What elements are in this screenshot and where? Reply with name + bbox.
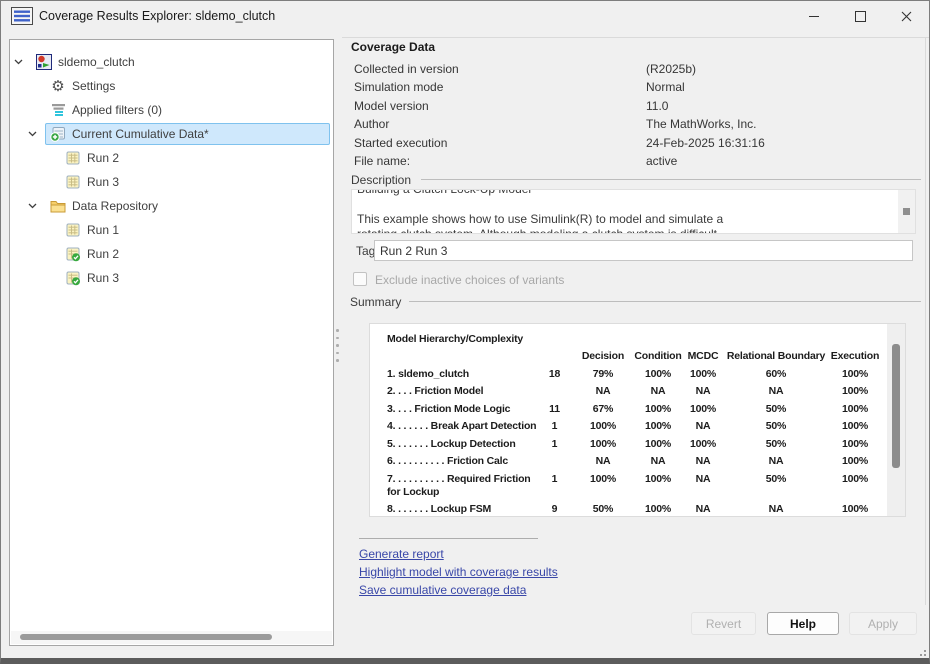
tree-item-label: Run 3 <box>87 175 119 189</box>
table-header-row: Decision Condition MCDC Relational Bound… <box>387 350 905 363</box>
col-header-execution: Execution <box>828 350 882 363</box>
chevron-down-icon[interactable] <box>28 131 45 137</box>
field-started-execution: Started execution 24-Feb-2025 16:31:16 <box>351 136 911 151</box>
tree-item-run-2[interactable]: Run 2 <box>10 146 333 170</box>
panel-divider <box>925 37 926 605</box>
tree-item-label: Applied filters (0) <box>72 103 162 117</box>
maximize-icon <box>855 11 866 22</box>
results-tree-panel: sldemo_clutch ⚙ Settings <box>9 39 334 646</box>
description-line: rotating clutch system. Although modelin… <box>357 227 915 234</box>
tree-item-applied-filters[interactable]: Applied filters (0) <box>10 98 333 122</box>
summary-group-label: Summary <box>350 295 401 309</box>
table-row: 4. . . . . . . Break Apart Detection 1 1… <box>387 420 905 433</box>
description-textarea[interactable]: Building a Clutch Lock-Up Model This exa… <box>351 189 916 234</box>
app-icon <box>11 7 33 25</box>
description-line <box>357 197 915 212</box>
chevron-down-icon[interactable] <box>14 59 31 65</box>
table-row: 3. . . . Friction Mode Logic 11 67% 100%… <box>387 403 905 416</box>
run-icon <box>65 174 81 190</box>
minimize-button[interactable] <box>791 1 837 31</box>
run-icon <box>65 222 81 238</box>
description-line: This example shows how to use Simulink(R… <box>357 212 915 227</box>
run-icon <box>65 150 81 166</box>
table-row: 5. . . . . . . Lockup Detection 1 100% 1… <box>387 438 905 451</box>
tree-item-label: Run 3 <box>87 271 119 285</box>
filter-icon <box>50 102 66 118</box>
tree-horizontal-scrollbar[interactable] <box>11 631 332 644</box>
group-divider <box>409 301 921 302</box>
tree-item-sldemo-clutch[interactable]: sldemo_clutch <box>10 50 333 74</box>
close-icon <box>901 11 912 22</box>
tree-item-settings[interactable]: ⚙ Settings <box>10 74 333 98</box>
scrollbar-thumb[interactable] <box>903 208 910 215</box>
summary-table: Model Hierarchy/Complexity Decision Cond… <box>369 323 906 517</box>
table-row: 8. . . . . . . Lockup FSM 9 50% 100% NA … <box>387 503 905 516</box>
description-scrollbar[interactable] <box>898 190 915 233</box>
tree-item-run-2-checked[interactable]: Run 2 <box>10 242 333 266</box>
field-model-version: Model version 11.0 <box>351 99 911 114</box>
field-file-name: File name: active <box>351 154 911 169</box>
table-title: Model Hierarchy/Complexity <box>387 333 905 345</box>
apply-button[interactable]: Apply <box>849 612 917 635</box>
col-header-condition: Condition <box>634 350 682 363</box>
field-simulation-mode: Simulation mode Normal <box>351 80 911 95</box>
panel-divider <box>342 37 930 38</box>
run-checked-icon <box>65 246 81 262</box>
save-cumulative-data-link[interactable]: Save cumulative coverage data <box>359 583 526 597</box>
scrollbar-thumb[interactable] <box>20 634 272 640</box>
coverage-results-explorer-window: Coverage Results Explorer: sldemo_clutch <box>0 0 930 664</box>
tree-item-run-3[interactable]: Run 3 <box>10 170 333 194</box>
coverage-data-heading: Coverage Data <box>351 40 435 54</box>
tree-item-label: Run 2 <box>87 151 119 165</box>
minimize-icon <box>809 16 819 17</box>
field-author: Author The MathWorks, Inc. <box>351 117 911 132</box>
tree-item-run-1[interactable]: Run 1 <box>10 218 333 242</box>
gear-icon: ⚙ <box>50 78 66 94</box>
tree-item-label: Current Cumulative Data* <box>72 127 209 141</box>
run-checked-icon <box>65 270 81 286</box>
col-header-decision: Decision <box>572 350 634 363</box>
col-header-relational-boundary: Relational Boundary <box>724 350 828 363</box>
scrollbar-thumb[interactable] <box>892 344 900 468</box>
folder-icon <box>50 198 66 214</box>
table-row: 7. . . . . . . . . . Required Friction f… <box>387 473 905 499</box>
field-collected-in-version: Collected in version (R2025b) <box>351 62 911 77</box>
generate-report-link[interactable]: Generate report <box>359 547 444 561</box>
tree-item-label: Run 1 <box>87 223 119 237</box>
revert-button[interactable]: Revert <box>691 612 756 635</box>
exclude-variants-checkbox[interactable] <box>353 272 367 286</box>
table-row: 2. . . . Friction Model NA NA NA NA 100% <box>387 385 905 398</box>
tree-item-current-cumulative-data[interactable]: Current Cumulative Data* <box>10 122 333 146</box>
tree-item-label: Data Repository <box>72 199 158 213</box>
description-group-label: Description <box>351 173 411 187</box>
links-divider <box>359 538 538 539</box>
table-vertical-scrollbar[interactable] <box>887 324 905 516</box>
table-row: 6. . . . . . . . . . Friction Calc NA NA… <box>387 455 905 468</box>
cumulative-data-icon <box>50 126 66 142</box>
close-button[interactable] <box>883 1 929 31</box>
simulink-model-icon <box>36 54 52 70</box>
tree-item-label: Run 2 <box>87 247 119 261</box>
splitter-handle[interactable] <box>336 329 339 362</box>
group-divider <box>421 179 921 180</box>
help-button[interactable]: Help <box>767 612 839 635</box>
col-header-mcdc: MCDC <box>682 350 724 363</box>
tree-item-run-3-checked[interactable]: Run 3 <box>10 266 333 290</box>
tag-input[interactable] <box>374 240 913 261</box>
tree-item-label: sldemo_clutch <box>58 55 135 69</box>
chevron-down-icon[interactable] <box>28 203 45 209</box>
highlight-model-link[interactable]: Highlight model with coverage results <box>359 565 558 579</box>
table-row: 1. sldemo_clutch 18 79% 100% 100% 60% 10… <box>387 368 905 381</box>
tree-item-label: Settings <box>72 79 115 93</box>
window-title: Coverage Results Explorer: sldemo_clutch <box>39 9 275 23</box>
exclude-variants-label: Exclude inactive choices of variants <box>375 273 564 287</box>
description-line: Building a Clutch Lock-Up Model <box>357 189 915 197</box>
resize-grip[interactable] <box>916 646 926 656</box>
tree-item-data-repository[interactable]: Data Repository <box>10 194 333 218</box>
maximize-button[interactable] <box>837 1 883 31</box>
title-bar[interactable]: Coverage Results Explorer: sldemo_clutch <box>1 1 929 31</box>
